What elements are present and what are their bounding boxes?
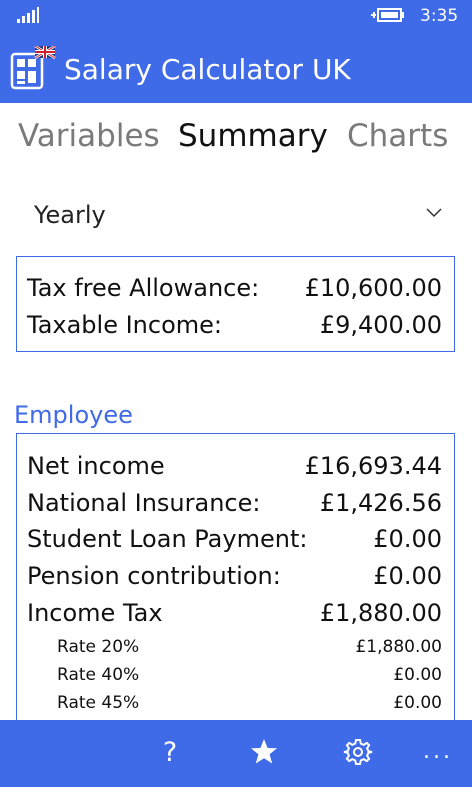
row-label: Income Tax <box>27 599 163 627</box>
tab-charts[interactable]: Charts <box>347 118 448 154</box>
row-value: £1,880.00 <box>319 599 442 627</box>
row-value: £9,400.00 <box>319 311 442 339</box>
tab-summary[interactable]: Summary <box>178 118 328 154</box>
row-label: Net income <box>27 452 165 480</box>
row-label: National Insurance: <box>27 489 261 517</box>
row-label: Pension contribution: <box>27 562 281 590</box>
more-icon: ... <box>423 739 453 764</box>
row-value: £0.00 <box>373 562 442 590</box>
row-value: £0.00 <box>373 525 442 553</box>
settings-button[interactable] <box>338 732 378 772</box>
app-title: Salary Calculator UK <box>64 53 351 86</box>
star-icon <box>251 739 277 764</box>
row-label: Rate 20% <box>57 637 140 657</box>
allowance-box: Tax free Allowance: £10,600.00 Taxable I… <box>16 256 455 352</box>
pivot-tabs: Variables Summary Charts <box>0 118 472 168</box>
row-value: £1,426.56 <box>319 489 442 517</box>
period-dropdown[interactable]: Yearly <box>18 193 458 239</box>
row-value: £10,600.00 <box>304 274 442 302</box>
row-value: £16,693.44 <box>304 452 442 480</box>
row-label: Rate 40% <box>57 665 140 685</box>
row-value: £0.00 <box>393 693 442 713</box>
row-label: Tax free Allowance: <box>27 274 260 302</box>
tab-variables[interactable]: Variables <box>18 118 160 154</box>
chevron-down-icon <box>426 208 442 218</box>
employee-box: Net income £16,693.44 National Insurance… <box>16 433 455 733</box>
battery-charging-icon <box>371 8 404 22</box>
help-button[interactable]: ? <box>150 732 190 772</box>
gear-icon <box>343 739 373 765</box>
app-bar: ? ... <box>0 720 472 787</box>
row-label: Rate 45% <box>57 693 140 713</box>
row-value: £0.00 <box>393 665 442 685</box>
favorite-button[interactable] <box>244 732 284 772</box>
clock: 3:35 <box>420 6 459 26</box>
calculator-uk-flag-icon <box>10 46 56 90</box>
employee-section-title: Employee <box>14 401 133 429</box>
signal-icon <box>17 7 39 23</box>
row-label: Taxable Income: <box>27 311 222 339</box>
status-bar: 3:35 <box>0 0 472 32</box>
row-value: £1,880.00 <box>355 637 442 657</box>
more-button[interactable]: ... <box>418 732 458 772</box>
help-icon: ? <box>162 736 178 768</box>
period-value: Yearly <box>34 201 106 229</box>
app-header: Salary Calculator UK <box>0 32 472 103</box>
row-label: Student Loan Payment: <box>27 525 308 553</box>
